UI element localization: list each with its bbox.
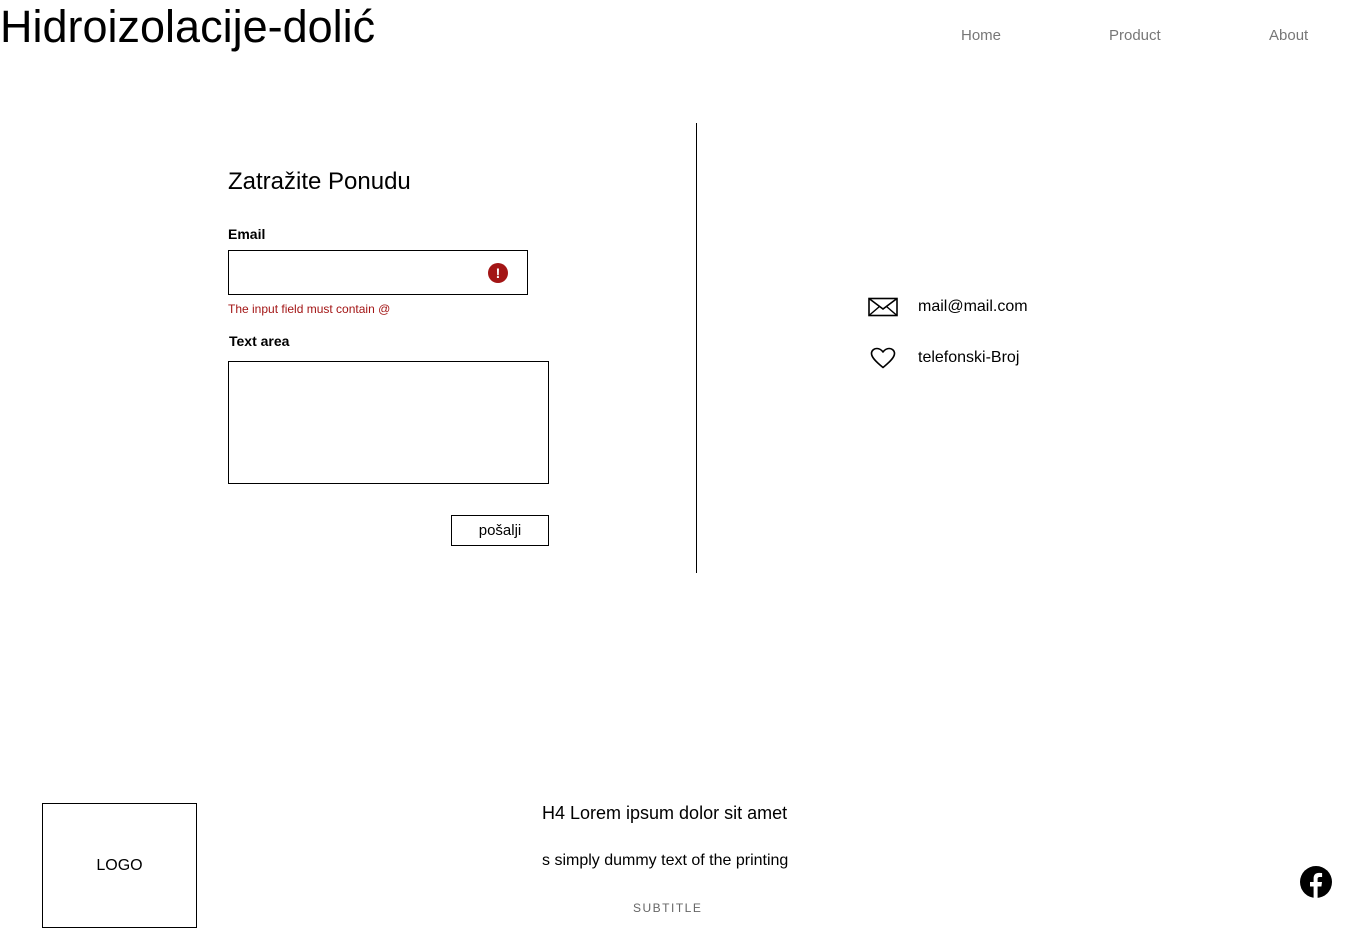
email-error-message: The input field must contain @ [228,302,391,316]
footer-logo[interactable]: LOGO [42,803,197,928]
nav-product[interactable]: Product [1109,27,1161,44]
nav-home[interactable]: Home [961,27,1001,44]
vertical-divider [696,123,697,573]
form-title: Zatražite Ponudu [228,168,411,195]
heart-icon [870,347,896,374]
envelope-icon [868,297,898,322]
contact-phone[interactable]: telefonski-Broj [918,349,1019,367]
logo-text: LOGO [96,856,143,874]
facebook-icon[interactable] [1299,865,1333,904]
textarea-label: Text area [229,333,290,349]
site-title[interactable]: Hidroizolacije-dolić [0,2,375,52]
footer-subtitle: SUBTITLE [633,901,703,915]
email-input[interactable] [239,251,479,294]
error-icon: ! [488,263,508,283]
page: Hidroizolacije-dolić Home Product About … [0,0,1366,929]
email-label: Email [228,226,266,242]
nav-about[interactable]: About [1269,27,1308,44]
message-textarea[interactable] [228,361,549,484]
footer-text: s simply dummy text of the printing [542,852,789,869]
email-field[interactable]: ! [228,250,528,295]
contact-email[interactable]: mail@mail.com [918,298,1028,316]
submit-button[interactable]: pošalji [451,515,549,546]
footer-heading: H4 Lorem ipsum dolor sit amet [542,803,788,823]
